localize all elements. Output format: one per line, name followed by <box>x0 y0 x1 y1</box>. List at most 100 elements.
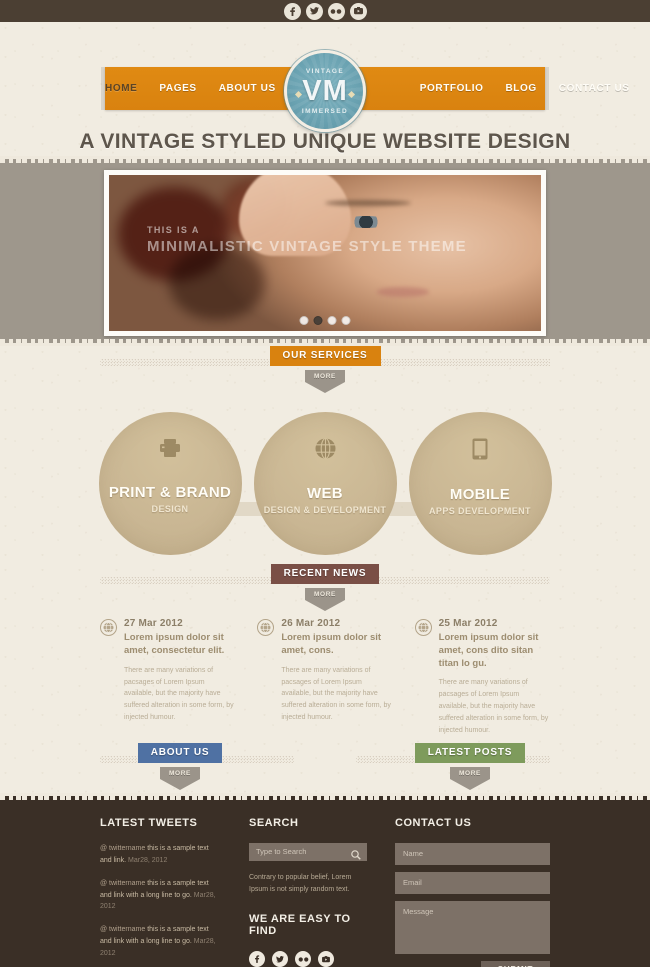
service-card-print[interactable]: Print & Brand Design <box>98 412 242 555</box>
slider-pagination <box>299 316 351 325</box>
site-footer: Latest Tweets @ twittername this is a sa… <box>0 792 650 967</box>
slider-dot-4[interactable] <box>341 316 351 325</box>
twitter-icon[interactable] <box>305 2 323 20</box>
news-more-label: More <box>305 588 345 600</box>
contact-email-field[interactable] <box>395 871 550 894</box>
news-section: Recent News More 27 Mar 2012 Lorem ipsum… <box>0 564 650 793</box>
search-heading: Search <box>249 816 299 829</box>
facebook-icon[interactable] <box>283 2 301 20</box>
tweet-item: @ twittername this is a sample text and … <box>100 878 221 914</box>
tablet-icon <box>472 438 488 465</box>
news-excerpt: There are many variations of pacsages of… <box>281 666 391 722</box>
services-ribbon[interactable]: Our Services <box>269 346 381 366</box>
news-item[interactable]: 25 Mar 2012 Lorem ipsum dolor sit amet, … <box>414 618 550 737</box>
slide-texture-2 <box>169 245 265 321</box>
nav-item-contact-us[interactable]: CONTACT US <box>559 83 630 94</box>
news-excerpt: There are many variations of pacsages of… <box>438 679 549 734</box>
globe-icon <box>315 437 336 464</box>
footer-column-tweets: Latest Tweets @ twittername this is a sa… <box>100 817 221 967</box>
globe-icon <box>414 619 432 636</box>
hatch-line-news-left <box>100 577 285 584</box>
youtube-icon[interactable] <box>349 2 367 20</box>
flickr-icon[interactable] <box>327 2 345 20</box>
dual-ribbon-row: About Us More Latest Posts More <box>0 742 650 793</box>
tweet-handle[interactable]: @ twittername <box>100 880 145 887</box>
news-arrow-tip <box>305 600 345 611</box>
news-item[interactable]: 26 Mar 2012 Lorem ipsum dolor sit amet, … <box>257 618 392 737</box>
news-title[interactable]: Lorem ipsum dolor sit amet, consectetur … <box>124 632 235 658</box>
slider-dot-2[interactable] <box>313 316 323 325</box>
site-header: HOME PAGES ABOUT US PORTFOLIO BLOG CONTA… <box>0 22 650 170</box>
search-input[interactable] <box>249 842 367 861</box>
tweet-item: @ twittername this is a sample text and … <box>100 843 221 867</box>
nav-item-pages[interactable]: PAGES <box>159 83 196 94</box>
slider-image: This is a Minimalistic Vintage Style The… <box>109 175 541 331</box>
search-note: Contrary to popular belief, Lorem Ipsum … <box>249 873 352 894</box>
news-item-body: 25 Mar 2012 Lorem ipsum dolor sit amet, … <box>439 618 550 737</box>
news-item[interactable]: 27 Mar 2012 Lorem ipsum dolor sit amet, … <box>100 618 235 737</box>
site-logo[interactable]: VINTAGE VM IMMERSED <box>284 50 366 132</box>
nav-right-group: PORTFOLIO BLOG CONTACT US <box>348 83 630 94</box>
service-card-web[interactable]: Web Design & Development <box>253 412 397 555</box>
nav-item-blog[interactable]: BLOG <box>505 83 536 94</box>
torn-edge-bottom <box>0 339 650 346</box>
find-us-heading: We are easy to find <box>249 913 351 938</box>
logo-monogram: VM <box>302 74 348 107</box>
services-list: Print & Brand Design Web Design & Develo… <box>0 392 650 564</box>
slide-caption: This is a Minimalistic Vintage Style The… <box>147 225 467 255</box>
search-box[interactable] <box>249 842 367 861</box>
slider-section: This is a Minimalistic Vintage Style The… <box>0 156 650 346</box>
search-icon[interactable] <box>351 847 361 865</box>
hatch-line-right <box>370 359 550 366</box>
tweet-date: Mar28, 2012 <box>128 856 168 864</box>
contact-name-field[interactable] <box>395 842 550 865</box>
youtube-icon[interactable] <box>318 951 334 967</box>
slide-caption-small: This is a <box>147 225 200 235</box>
nav-item-portfolio[interactable]: PORTFOLIO <box>420 83 484 94</box>
latest-posts-more-arrow[interactable]: More <box>450 766 490 790</box>
tweet-handle[interactable]: @ twittername <box>100 926 145 933</box>
about-us-more-label: More <box>160 766 200 779</box>
latest-posts-ribbon[interactable]: Latest Posts <box>414 742 526 763</box>
slider-dot-1[interactable] <box>299 316 309 325</box>
service-card-mobile[interactable]: Mobile Apps Development <box>408 412 552 555</box>
tweet-handle[interactable]: @ twittername <box>100 845 145 852</box>
service-subtitle-web: Design & Development <box>263 505 387 515</box>
services-more-arrow[interactable]: More <box>305 370 345 393</box>
latest-tweets-heading: Latest Tweets <box>100 816 198 829</box>
footer-torn-edge <box>0 792 650 800</box>
nav-item-home[interactable]: HOME <box>105 83 137 94</box>
about-us-arrow-tip <box>160 778 200 790</box>
service-subtitle-mobile: Apps Development <box>429 506 531 516</box>
flickr-icon[interactable] <box>295 951 311 967</box>
news-more-arrow[interactable]: More <box>305 588 345 611</box>
contact-message-field[interactable] <box>395 900 550 954</box>
nav-item-about-us[interactable]: ABOUT US <box>219 83 276 94</box>
about-us-ribbon[interactable]: About Us <box>137 742 223 763</box>
services-section: Our Services More Print & Brand Design W… <box>0 346 650 564</box>
services-ribbon-wrap: Our Services More <box>0 346 650 393</box>
top-social-bar <box>0 0 650 22</box>
globe-icon <box>257 619 275 636</box>
news-date: 27 Mar 2012 <box>124 618 183 629</box>
slider-dot-3[interactable] <box>327 316 337 325</box>
footer-column-search: Search Contrary to popular belief, Lorem… <box>249 817 367 967</box>
about-us-ribbon-wrap: About Us More <box>30 742 330 790</box>
news-title[interactable]: Lorem ipsum dolor sit amet, cons. <box>281 632 392 658</box>
news-item-body: 26 Mar 2012 Lorem ipsum dolor sit amet, … <box>281 618 392 737</box>
news-ribbon[interactable]: Recent News <box>270 564 380 584</box>
twitter-icon[interactable] <box>272 951 288 967</box>
service-subtitle-print: Design <box>151 504 189 514</box>
slide-caption-big: Minimalistic Vintage Style Theme <box>147 238 467 255</box>
slider-frame: This is a Minimalistic Vintage Style The… <box>104 170 546 336</box>
facebook-icon[interactable] <box>249 951 265 967</box>
tweet-item: @ twittername this is a sample text and … <box>100 924 221 960</box>
services-arrow-tip <box>305 382 345 393</box>
news-ribbon-wrap: Recent News More <box>0 564 650 611</box>
news-date: 25 Mar 2012 <box>438 618 498 629</box>
news-title[interactable]: Lorem ipsum dolor sit amet, cons dito si… <box>439 632 550 670</box>
page-title: A Vintage Styled Unique Website Design <box>79 130 571 153</box>
logo-top-text: VINTAGE <box>305 67 345 75</box>
about-us-more-arrow[interactable]: More <box>160 766 200 790</box>
latest-posts-more-label: More <box>450 766 490 779</box>
